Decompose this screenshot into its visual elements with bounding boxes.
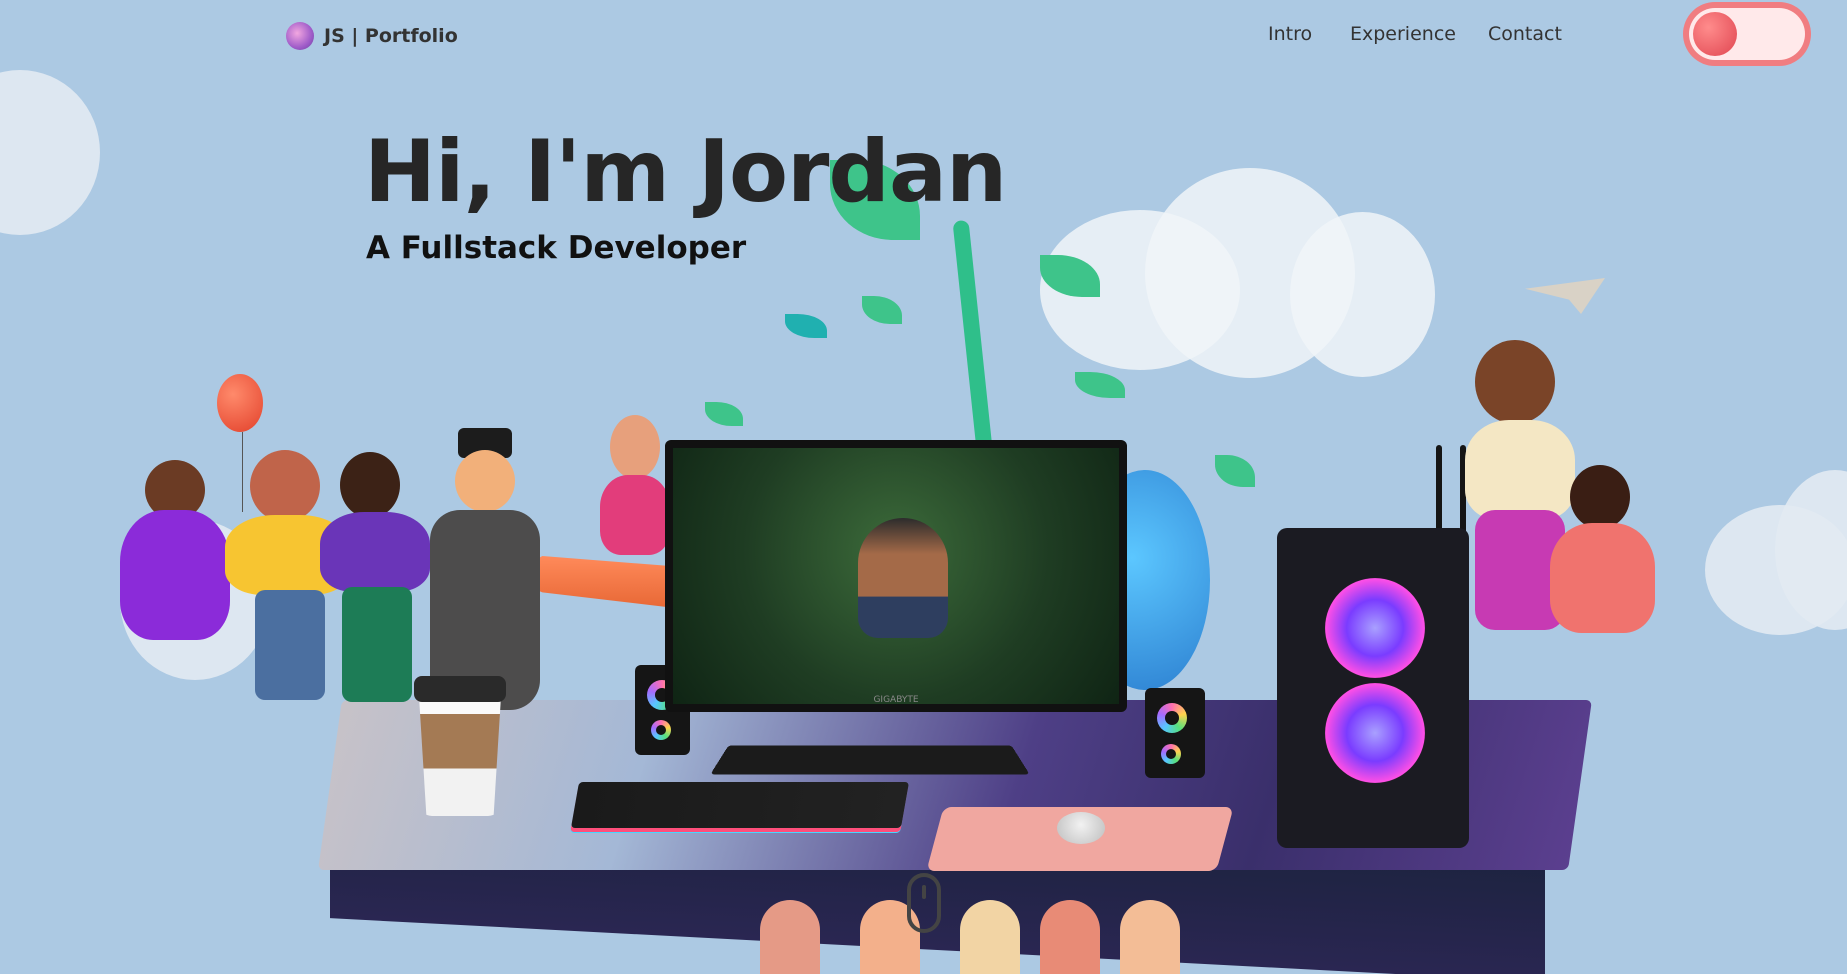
character-head (1570, 465, 1630, 529)
character-head (1475, 340, 1555, 424)
character-body (1550, 523, 1655, 633)
keyboard (570, 782, 910, 828)
character-legs (255, 590, 325, 700)
character-body (600, 475, 670, 555)
theme-toggle[interactable] (1683, 2, 1811, 66)
character-body (320, 512, 430, 592)
speaker-ring (651, 720, 671, 740)
rgb-fan (1325, 578, 1425, 678)
character-body (120, 510, 230, 640)
arm (760, 900, 820, 974)
speaker-ring (1157, 703, 1187, 733)
cloud-center-3 (1290, 212, 1435, 377)
coffee-cup-lid (414, 676, 506, 702)
hero-subtitle: A Fullstack Developer (366, 230, 747, 266)
arm (1040, 900, 1100, 974)
plant-leaf (1215, 455, 1255, 487)
plant-stem (952, 219, 994, 461)
monitor-stand (710, 745, 1030, 775)
plant-leaf (1075, 372, 1125, 398)
header: JS | Portfolio Intro Experience Contact (0, 0, 1847, 72)
monitor: GIGABYTE (665, 440, 1127, 712)
character-head (455, 450, 515, 512)
logo-text: JS | Portfolio (324, 25, 458, 47)
speaker-right (1145, 688, 1205, 778)
monitor-brand: GIGABYTE (873, 695, 919, 705)
arm (1120, 900, 1180, 974)
mouse (1057, 812, 1105, 844)
arm (960, 900, 1020, 974)
router-antenna (1436, 445, 1442, 535)
character-head (610, 415, 660, 479)
plant-leaf (862, 296, 902, 324)
nav-contact[interactable]: Contact (1488, 23, 1562, 45)
character-legs (342, 587, 412, 702)
balloon-string (242, 432, 243, 512)
plant-leaf (785, 314, 827, 338)
nav-experience[interactable]: Experience (1350, 23, 1456, 45)
pc-tower (1277, 528, 1469, 848)
toggle-knob (1693, 12, 1737, 56)
hero-title: Hi, I'm Jordan (364, 122, 1007, 222)
monitor-screen: GIGABYTE (673, 448, 1119, 705)
nav-intro[interactable]: Intro (1268, 23, 1312, 45)
speaker-ring (1161, 744, 1181, 764)
scroll-mouse-icon[interactable] (907, 873, 941, 933)
paper-plane (1525, 278, 1605, 314)
developer-avatar (858, 518, 948, 638)
logo[interactable]: JS | Portfolio (286, 22, 458, 50)
character-head (250, 450, 320, 522)
rgb-fan (1325, 683, 1425, 783)
character-head (340, 452, 400, 518)
logo-orb-icon (286, 22, 314, 50)
toggle-track (1689, 8, 1805, 60)
character-body (1465, 420, 1575, 520)
plant-leaf (705, 402, 743, 426)
balloon (217, 374, 263, 432)
cloud-left (0, 70, 100, 235)
